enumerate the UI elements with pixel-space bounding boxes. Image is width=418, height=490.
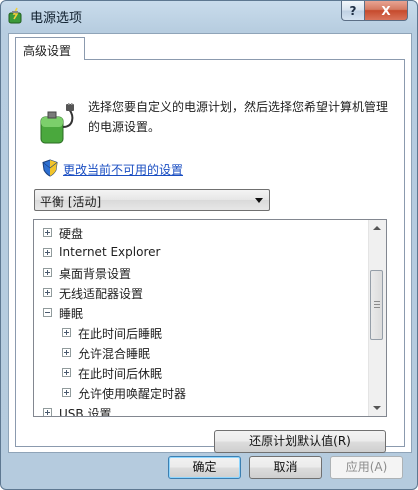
scroll-down-arrow-icon[interactable] [373,406,381,410]
tree-scrollbar[interactable] [368,220,386,416]
power-settings-tree[interactable]: 硬盘 Internet Explorer 桌面背景设置 无线适配器设置 睡眠 在… [33,219,387,417]
chevron-down-icon [255,198,263,203]
help-button[interactable]: ? [341,1,365,21]
scrollbar-thumb[interactable] [370,270,383,340]
power-options-app-icon [8,7,22,24]
tree-item-label: 桌面背景设置 [59,267,132,281]
cancel-button[interactable]: 取消 [249,456,322,479]
expand-plus-icon[interactable] [43,268,52,277]
expand-plus-icon[interactable] [43,408,52,416]
tree-item-label: 在此时间后睡眠 [78,327,163,341]
close-button[interactable]: X [364,1,408,21]
tree-item-label: Internet Explorer [59,245,161,259]
apply-button[interactable]: 应用(A) [330,456,403,479]
tab-advanced-settings[interactable]: 高级设置 [15,37,85,60]
expand-plus-icon[interactable] [62,368,71,377]
grip-line [374,307,380,308]
expand-plus-icon[interactable] [62,328,71,337]
expand-plus-icon[interactable] [43,248,52,257]
tree-item-label: 在此时间后休眠 [78,367,163,381]
expand-plus-icon[interactable] [62,388,71,397]
change-unavailable-settings-link[interactable]: 更改当前不可用的设置 [63,161,183,178]
power-options-window: 电源选项 ? X 高级设置 选择您要自定义的电源计划，然后选择您希望计算机管理的… [0,0,418,490]
battery-plug-icon [40,103,74,144]
tree-item-label: 硬盘 [59,227,84,241]
power-plan-selected-value: 平衡 [活动] [40,195,102,209]
tree-item-label: 允许使用唤醒定时器 [78,387,187,401]
scroll-up-arrow-icon[interactable] [373,226,381,230]
tree-item-label: 允许混合睡眠 [78,347,151,361]
restore-plan-defaults-button[interactable]: 还原计划默认值(R) [214,430,386,453]
grip-line [374,301,380,302]
tree-item-label: 无线适配器设置 [59,287,144,301]
tree-item-label: USB 设置 [59,407,112,417]
collapse-minus-icon[interactable] [43,308,52,317]
window-title: 电源选项 [30,11,83,26]
expand-plus-icon[interactable] [43,288,52,297]
expand-plus-icon[interactable] [43,228,52,237]
expand-plus-icon[interactable] [62,348,71,357]
grip-line [374,304,380,305]
advanced-settings-panel: 选择您要自定义的电源计划，然后选择您希望计算机管理的电源设置。 更改当前不可用的… [15,59,405,453]
title-bar[interactable]: 电源选项 ? X [1,1,417,31]
dialog-body: 高级设置 选择您要自定义的电源计划，然后选择您希望计算机管理的电源设置。 更改当… [8,33,412,453]
tree-item-label: 睡眠 [59,307,84,321]
uac-shield-icon [42,159,58,177]
ok-button[interactable]: 确定 [168,456,241,479]
description-text: 选择您要自定义的电源计划，然后选择您希望计算机管理的电源设置。 [88,100,389,134]
power-plan-dropdown[interactable]: 平衡 [活动] [34,189,270,211]
